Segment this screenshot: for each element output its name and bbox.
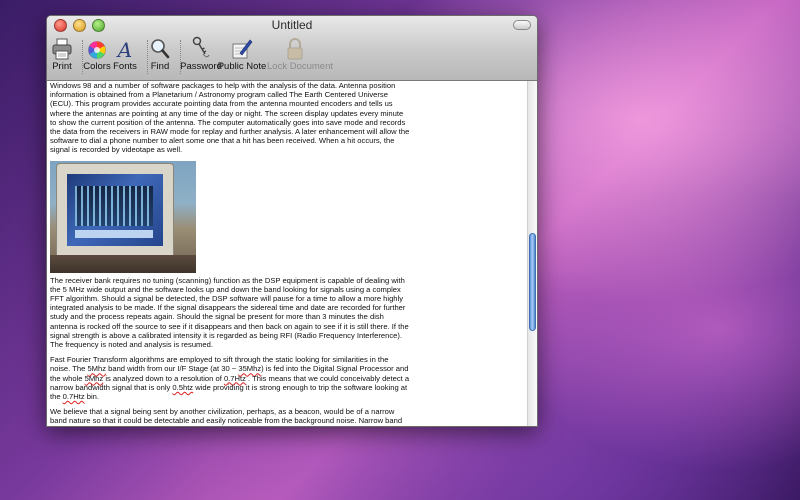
text-run: band width from our I/F Stage (at 30 ~ — [106, 364, 239, 374]
padlock-icon — [267, 34, 323, 60]
misspelled-word: 5Mhz — [87, 364, 107, 374]
paragraph: We believe that a signal being sent by a… — [50, 407, 403, 426]
document-area[interactable]: Windows 98 and a number of software pack… — [47, 81, 537, 426]
toolbar: Print Colors A Fonts Find Password Publi… — [47, 34, 537, 80]
inline-photo — [50, 160, 196, 273]
toolbar-toggle-button[interactable] — [513, 20, 531, 30]
screen-image — [67, 173, 163, 246]
title-bar[interactable]: Untitled Print Colors A Fonts Find Passw… — [47, 16, 537, 81]
note-pen-icon — [216, 34, 268, 60]
misspelled-word: 0.7Htz — [62, 392, 85, 402]
document-text[interactable]: Windows 98 and a number of software pack… — [50, 81, 410, 426]
paragraph: Windows 98 and a number of software pack… — [50, 81, 410, 155]
text-editor-window: Untitled Print Colors A Fonts Find Passw… — [46, 15, 538, 427]
window-title: Untitled — [271, 18, 313, 32]
misspelled-word: 35Mhz — [238, 364, 262, 374]
misspelled-word: 0.5htz — [172, 382, 194, 392]
desk-image — [50, 254, 196, 273]
text-run: is analyzed down to a resolution of — [103, 373, 224, 383]
public-note-label: Public Note — [217, 61, 267, 72]
vertical-scrollbar[interactable] — [527, 81, 537, 426]
lock-document-button[interactable]: Lock Document — [267, 34, 334, 72]
monitor-image — [56, 162, 174, 261]
scrollbar-thumb[interactable] — [529, 233, 536, 331]
misspelled-word: 0.7Htz — [223, 373, 246, 383]
lock-document-label: Lock Document — [267, 61, 334, 72]
paragraph: Fast Fourier Transform algorithms are em… — [50, 355, 410, 401]
text-run: bin. — [84, 392, 99, 402]
paragraph: The receiver bank requires no tuning (sc… — [50, 275, 409, 350]
public-note-button[interactable]: Public Note — [216, 34, 268, 72]
misspelled-word: 5Mhz — [84, 373, 104, 383]
